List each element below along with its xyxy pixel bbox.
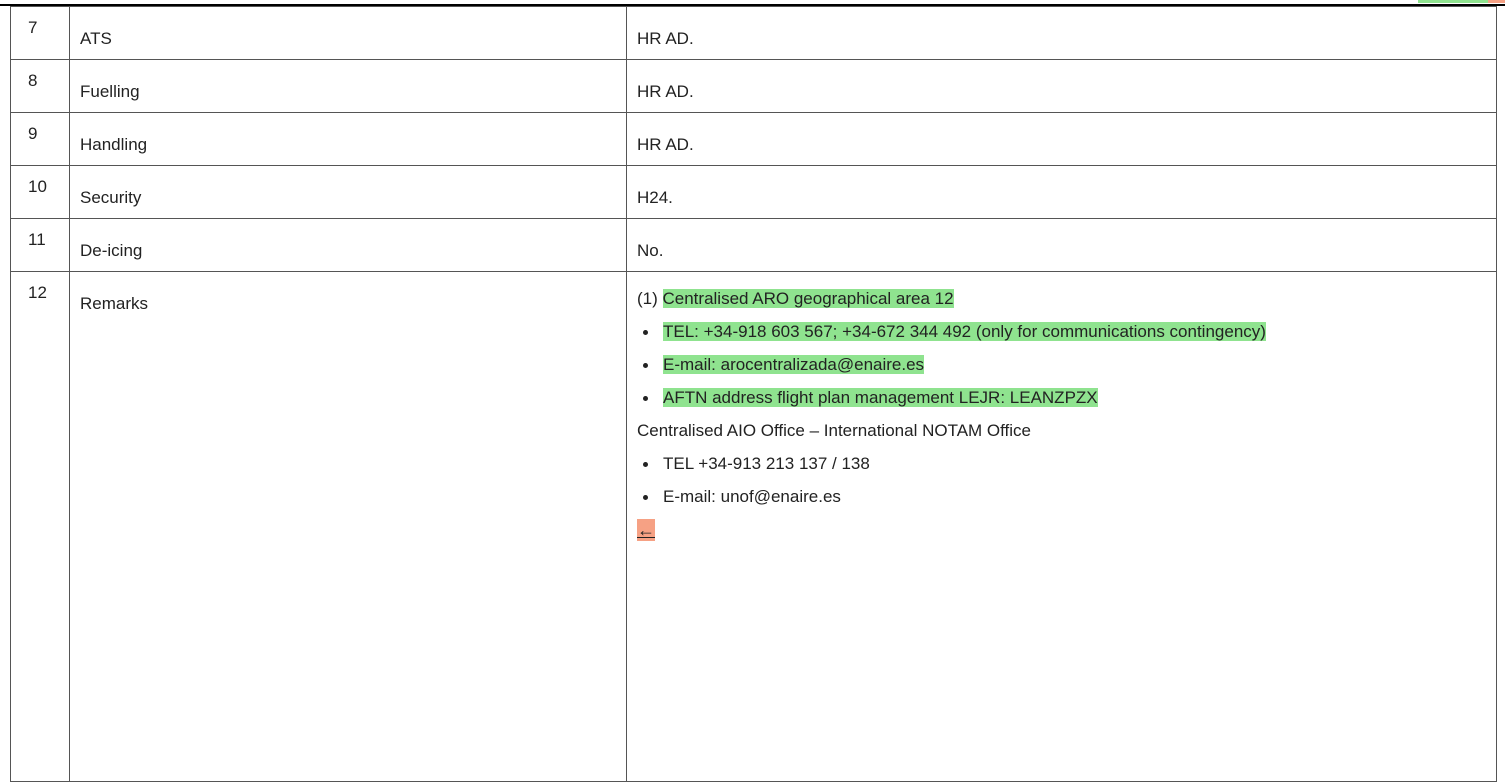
row-number: 11 [10, 218, 70, 272]
deleted-arrow-mark: ← [637, 519, 655, 541]
row-item: Security [69, 165, 627, 219]
list-item: E-mail: unof@enaire.es [637, 484, 1403, 509]
row-number: 12 [10, 271, 70, 782]
row-number: 7 [10, 6, 70, 60]
list-item: E-mail: arocentralizada@enaire.es [637, 352, 1403, 377]
list-item: TEL: +34-918 603 567; +34-672 344 492 (o… [637, 319, 1403, 344]
row-number: 9 [10, 112, 70, 166]
table-row: 10 Security H24. [10, 165, 1497, 219]
row-item: Handling [69, 112, 627, 166]
row-value: HR AD. [626, 59, 1497, 113]
ad-operational-hours-table: 7 ATS HR AD. 8 Fuelling HR AD. 9 Handlin… [10, 6, 1497, 782]
row-value: H24. [626, 165, 1497, 219]
inserted-mark [1418, 0, 1488, 3]
remarks-content: (1) Centralised ARO geographical area 12… [627, 272, 1496, 541]
row-item: Remarks [69, 271, 627, 782]
aro-aftn: AFTN address flight plan management LEJR… [663, 388, 1098, 407]
row-value: HR AD. [626, 112, 1497, 166]
aro-prefix: (1) [637, 289, 663, 308]
row-value: HR AD. [626, 6, 1497, 60]
table-row: 8 Fuelling HR AD. [10, 59, 1497, 113]
change-marks [1418, 0, 1505, 3]
row-item: Fuelling [69, 59, 627, 113]
list-item: TEL +34-913 213 137 / 138 [637, 451, 1403, 476]
aro-email: E-mail: arocentralizada@enaire.es [663, 355, 925, 374]
row-item: ATS [69, 6, 627, 60]
aio-email: E-mail: unof@enaire.es [663, 487, 841, 506]
list-item: AFTN address flight plan management LEJR… [637, 385, 1403, 410]
row-value: No. [626, 218, 1497, 272]
aro-tel: TEL: +34-918 603 567; +34-672 344 492 (o… [663, 322, 1266, 341]
aio-heading: Centralised AIO Office – International N… [637, 421, 1032, 440]
table-row: 11 De-icing No. [10, 218, 1497, 272]
table-row: 9 Handling HR AD. [10, 112, 1497, 166]
row-item: De-icing [69, 218, 627, 272]
aro-title: Centralised ARO geographical area 12 [662, 289, 954, 308]
aio-tel: TEL +34-913 213 137 / 138 [663, 454, 870, 473]
table-row: 7 ATS HR AD. [10, 6, 1497, 60]
remarks-cell: (1) Centralised ARO geographical area 12… [626, 271, 1497, 782]
table-row-remarks: 12 Remarks (1) Centralised ARO geographi… [10, 271, 1497, 782]
row-number: 10 [10, 165, 70, 219]
deleted-mark [1488, 0, 1505, 3]
aro-heading: (1) Centralised ARO geographical area 12 [637, 286, 1496, 311]
row-number: 8 [10, 59, 70, 113]
